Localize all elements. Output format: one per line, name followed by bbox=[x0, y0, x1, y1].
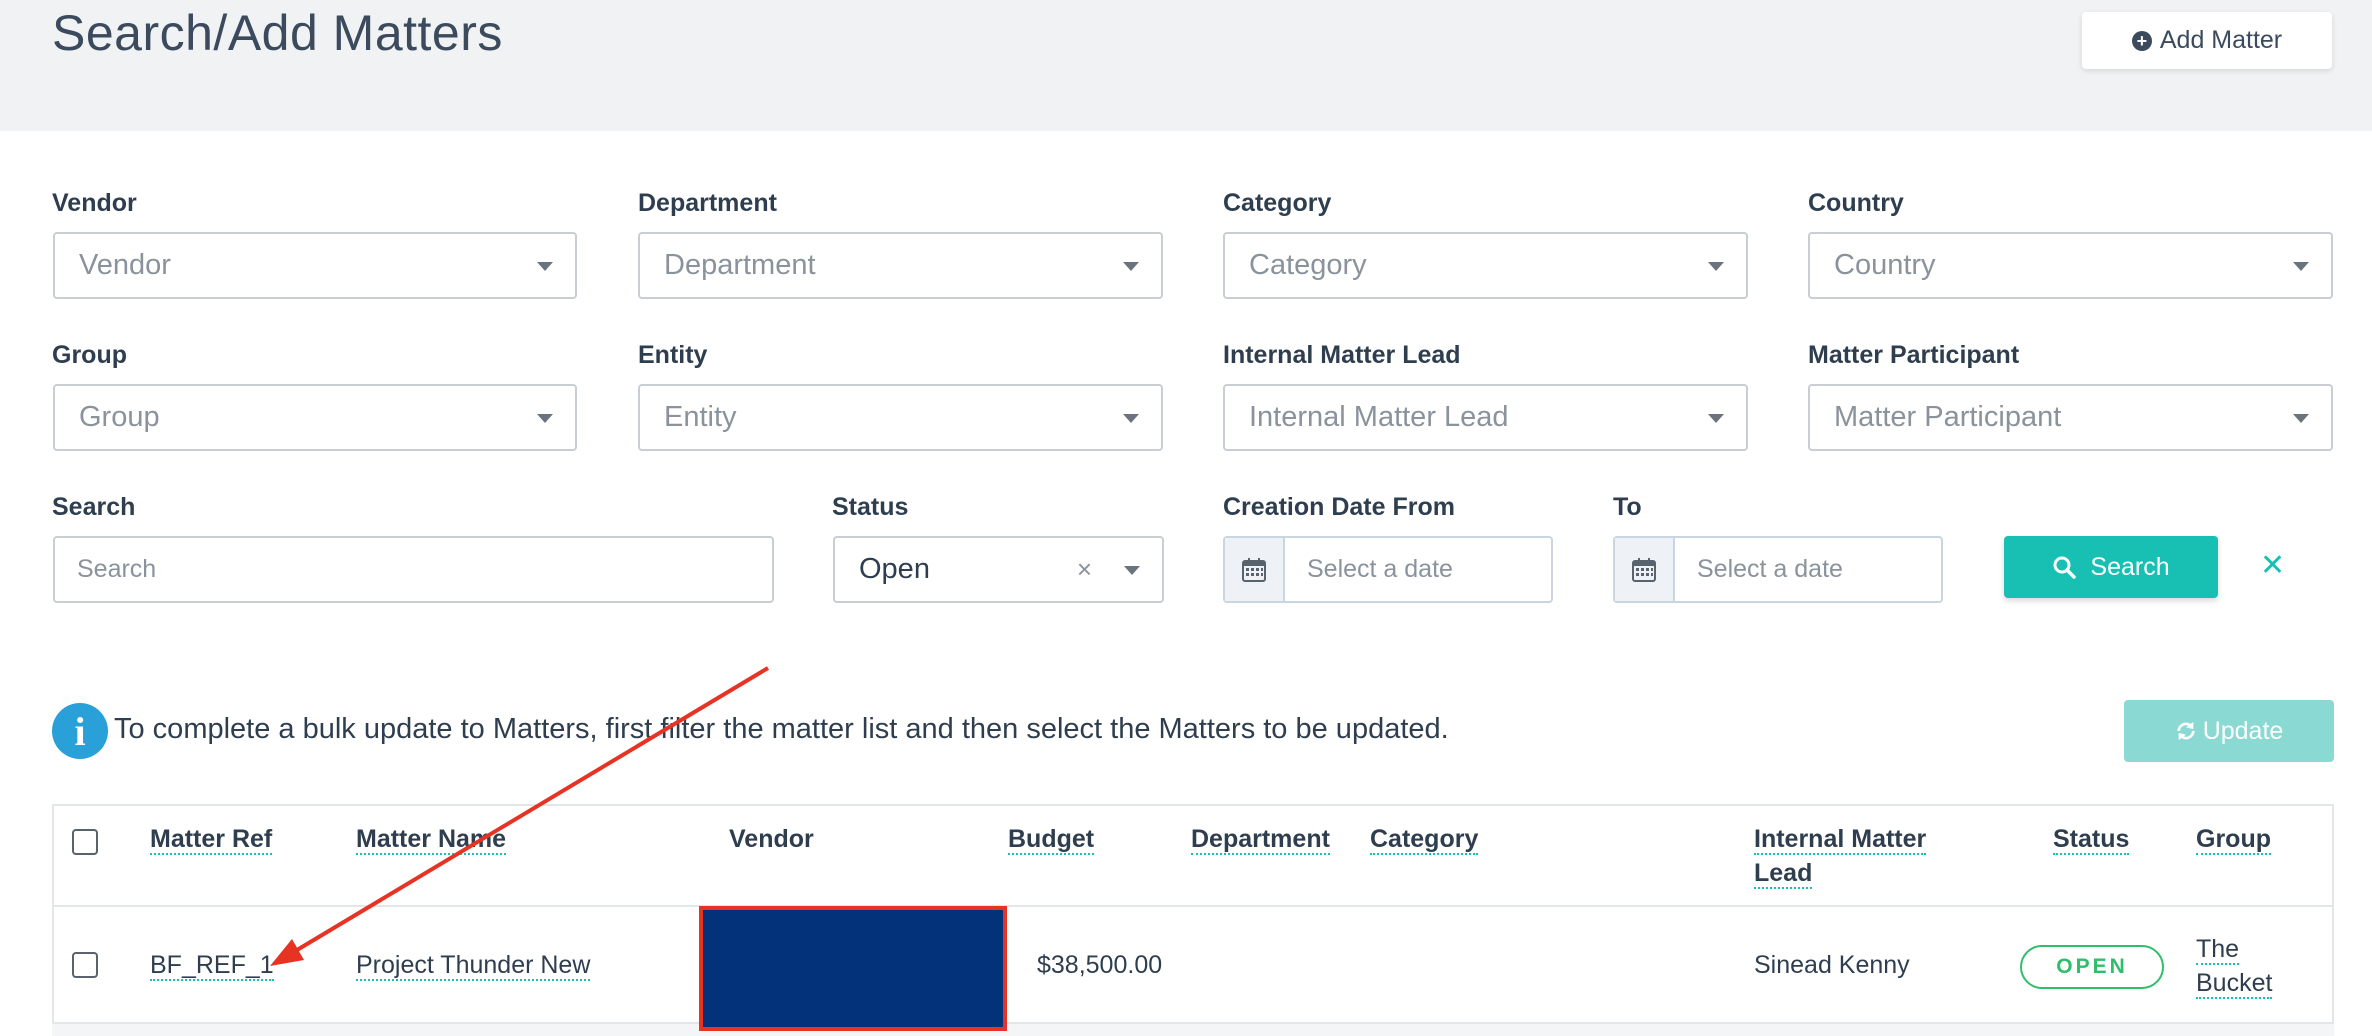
search-input[interactable]: Search bbox=[53, 536, 774, 603]
department-select[interactable]: Department bbox=[638, 232, 1163, 299]
header-category[interactable]: Category bbox=[1370, 822, 1479, 856]
category-select[interactable]: Category bbox=[1223, 232, 1748, 299]
creation-date-from-input[interactable]: Select a date bbox=[1285, 538, 1453, 601]
country-select[interactable]: Country bbox=[1808, 232, 2333, 299]
chevron-down-icon bbox=[1123, 262, 1139, 271]
table-next-row bbox=[52, 1022, 2334, 1036]
entity-placeholder: Entity bbox=[664, 401, 737, 433]
chevron-down-icon bbox=[2293, 262, 2309, 271]
info-icon: i bbox=[52, 703, 108, 759]
matter-participant-label: Matter Participant bbox=[1808, 341, 2020, 369]
category-label: Category bbox=[1223, 189, 1332, 217]
group-placeholder: Group bbox=[79, 401, 160, 433]
row-group[interactable]: The Bucket bbox=[2196, 932, 2273, 1000]
row-checkbox[interactable] bbox=[72, 952, 98, 978]
chevron-down-icon bbox=[537, 414, 553, 423]
chevron-down-icon bbox=[2293, 414, 2309, 423]
internal-matter-lead-label: Internal Matter Lead bbox=[1223, 341, 1461, 369]
group-select[interactable]: Group bbox=[53, 384, 577, 451]
vendor-label: Vendor bbox=[52, 189, 137, 217]
vendor-placeholder: Vendor bbox=[79, 249, 171, 281]
plus-circle-icon: + bbox=[2131, 30, 2152, 51]
chevron-down-icon bbox=[1124, 566, 1140, 575]
redacted-vendor bbox=[699, 906, 1007, 1031]
internal-matter-lead-select[interactable]: Internal Matter Lead bbox=[1223, 384, 1748, 451]
update-button-label: Update bbox=[2202, 716, 2284, 745]
chevron-down-icon bbox=[1708, 262, 1724, 271]
search-placeholder: Search bbox=[77, 555, 157, 583]
header-matter-ref[interactable]: Matter Ref bbox=[150, 822, 273, 856]
header-status[interactable]: Status bbox=[2053, 822, 2130, 856]
status-badge: OPEN bbox=[2020, 945, 2164, 989]
search-button-label: Search bbox=[2090, 552, 2170, 581]
to-label: To bbox=[1613, 493, 1642, 521]
clear-status-icon[interactable]: × bbox=[1077, 554, 1092, 585]
entity-label: Entity bbox=[638, 341, 708, 369]
country-placeholder: Country bbox=[1834, 249, 1936, 281]
table-header-divider bbox=[52, 905, 2334, 907]
entity-select[interactable]: Entity bbox=[638, 384, 1163, 451]
row-matter-ref[interactable]: BF_REF_1 bbox=[150, 948, 274, 982]
row-budget: $38,500.00 bbox=[1037, 951, 1163, 979]
creation-date-from-picker[interactable]: Select a date bbox=[1223, 536, 1553, 603]
to-date-input[interactable]: Select a date bbox=[1675, 538, 1843, 601]
to-date-picker[interactable]: Select a date bbox=[1613, 536, 1943, 603]
calendar-icon[interactable] bbox=[1615, 538, 1675, 601]
creation-date-from-label: Creation Date From bbox=[1223, 493, 1455, 521]
matter-participant-placeholder: Matter Participant bbox=[1834, 401, 2062, 433]
header-group[interactable]: Group bbox=[2196, 822, 2271, 856]
matter-participant-select[interactable]: Matter Participant bbox=[1808, 384, 2333, 451]
department-placeholder: Department bbox=[664, 249, 816, 281]
chevron-down-icon bbox=[537, 262, 553, 271]
header-budget[interactable]: Budget bbox=[1008, 822, 1095, 856]
chevron-down-icon bbox=[1123, 414, 1139, 423]
refresh-icon bbox=[2176, 721, 2195, 741]
page-title: Search/Add Matters bbox=[52, 5, 503, 61]
row-matter-name[interactable]: Project Thunder New bbox=[356, 948, 591, 982]
country-label: Country bbox=[1808, 189, 1904, 217]
status-label: Status bbox=[832, 493, 909, 521]
search-icon bbox=[2053, 556, 2077, 579]
select-all-checkbox[interactable] bbox=[72, 829, 98, 855]
category-placeholder: Category bbox=[1249, 249, 1367, 281]
clear-filters-icon[interactable]: ✕ bbox=[2260, 548, 2285, 583]
calendar-icon[interactable] bbox=[1225, 538, 1285, 601]
vendor-select[interactable]: Vendor bbox=[53, 232, 577, 299]
header-vendor: Vendor bbox=[729, 825, 814, 853]
row-internal-matter-lead: Sinead Kenny bbox=[1754, 951, 1910, 979]
status-select[interactable]: Open × bbox=[833, 536, 1164, 603]
header-matter-name[interactable]: Matter Name bbox=[356, 822, 507, 856]
search-label: Search bbox=[52, 493, 136, 521]
group-label: Group bbox=[52, 341, 127, 369]
add-matter-button[interactable]: + Add Matter bbox=[2082, 12, 2332, 69]
department-label: Department bbox=[638, 189, 777, 217]
bulk-update-message: To complete a bulk update to Matters, fi… bbox=[114, 713, 1449, 745]
internal-matter-lead-placeholder: Internal Matter Lead bbox=[1249, 401, 1509, 433]
header-internal-matter-lead[interactable]: Internal Matter Lead bbox=[1754, 822, 1927, 890]
status-value: Open bbox=[859, 553, 930, 585]
chevron-down-icon bbox=[1708, 414, 1724, 423]
update-button[interactable]: Update bbox=[2124, 700, 2334, 762]
add-matter-label: Add Matter bbox=[2159, 26, 2283, 54]
header-department[interactable]: Department bbox=[1191, 822, 1330, 856]
search-button[interactable]: Search bbox=[2004, 536, 2218, 598]
